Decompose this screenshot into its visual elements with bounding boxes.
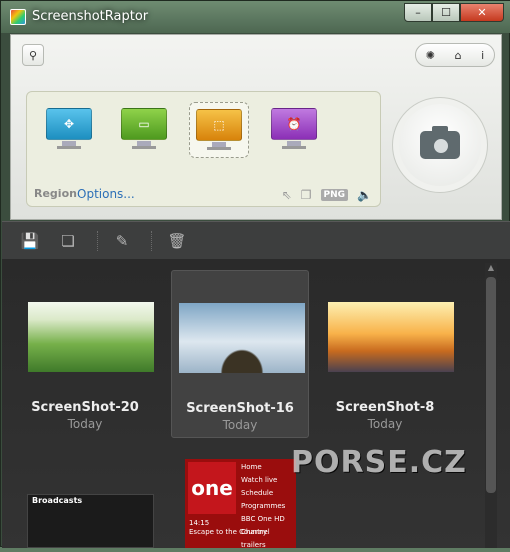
pin-icon: ⚲	[28, 48, 38, 62]
bbc-one-logo: one	[188, 462, 236, 514]
scroll-up-arrow[interactable]: ▲	[485, 263, 497, 275]
camera-icon	[420, 126, 460, 159]
item-date: Today	[367, 417, 403, 431]
pin-button[interactable]: ⚲	[22, 44, 44, 66]
mode-label: Region	[34, 187, 77, 200]
region-capture-icon: ⬚	[196, 109, 242, 141]
mode-region-button[interactable]: ⬚	[189, 102, 249, 158]
scroll-thumb[interactable]	[486, 277, 496, 493]
copy-icon[interactable]: ❏	[58, 231, 78, 251]
sound-icon[interactable]: 🔈	[357, 188, 372, 202]
thumbnail-image	[28, 302, 154, 372]
gallery-item[interactable]: ScreenShot-8 Today	[316, 270, 454, 438]
capture-panel: ⚲ ✺ ⌂ i ✥ ▭ ⬚ ⏰ Region Options... ⇖ ❐ PN…	[10, 34, 502, 220]
app-window: ScreenshotRaptor – ☐ ✕ ⚲ ✺ ⌂ i ✥ ▭ ⬚ ⏰ R…	[0, 0, 510, 549]
fullscreen-icon: ✥	[46, 108, 92, 140]
close-button[interactable]: ✕	[460, 3, 504, 22]
item-name: ScreenShot-20	[31, 400, 139, 415]
options-link[interactable]: Options...	[77, 187, 135, 201]
gallery-item-bbc[interactable]: one Home Watch live Schedule Programmes …	[185, 459, 296, 549]
mode-window-button[interactable]: ▭	[114, 102, 174, 158]
trash-icon[interactable]: 🗑	[167, 231, 187, 251]
save-icon[interactable]: 💾	[20, 231, 40, 251]
bbc-caption: 14:15 Escape to the Country	[189, 519, 267, 536]
cursor-icon[interactable]: ⇖	[282, 188, 292, 202]
home-icon[interactable]: ⌂	[455, 49, 462, 62]
item-date: Today	[67, 417, 103, 431]
mode-timed-button[interactable]: ⏰	[264, 102, 324, 158]
app-logo-icon	[10, 9, 26, 25]
thumbnail-image	[328, 302, 454, 372]
item-name: ScreenShot-16	[186, 401, 294, 416]
capture-button[interactable]	[392, 97, 488, 193]
edit-icon[interactable]: ✎	[112, 231, 132, 251]
timer-capture-icon: ⏰	[271, 108, 317, 140]
minimize-button[interactable]: –	[404, 3, 432, 22]
gallery-item-broadcasts[interactable]: Broadcasts	[27, 494, 154, 548]
item-date: Today	[222, 418, 258, 432]
window-capture-icon: ▭	[121, 108, 167, 140]
gallery-item-selected[interactable]: ScreenShot-16 Today	[171, 270, 309, 438]
top-right-buttons: ✺ ⌂ i	[415, 43, 495, 67]
watermark-logo: PORSE.CZ	[291, 445, 467, 480]
item-name: ScreenShot-8	[335, 400, 435, 415]
thumbnail-image	[179, 303, 305, 373]
window-title: ScreenshotRaptor	[32, 9, 149, 24]
window-controls: – ☐ ✕	[404, 3, 504, 23]
bbc-menu: Home Watch live Schedule Programmes BBC …	[241, 463, 286, 549]
maximize-button[interactable]: ☐	[432, 3, 460, 22]
capture-mode-box: ✥ ▭ ⬚ ⏰ Region Options... ⇖ ❐ PNG 🔈	[26, 91, 381, 207]
format-badge[interactable]: PNG	[320, 189, 349, 201]
gallery-item[interactable]: ScreenShot-20 Today	[16, 270, 154, 438]
mode-fullscreen-button[interactable]: ✥	[39, 102, 99, 158]
gallery-toolbar: 💾 ❏ ✎ 🗑	[2, 221, 510, 259]
gallery-scrollbar[interactable]: ▲	[485, 263, 497, 548]
layers-icon[interactable]: ❐	[301, 188, 312, 202]
info-icon[interactable]: i	[481, 49, 484, 62]
gear-icon[interactable]: ✺	[426, 49, 435, 62]
title-bar[interactable]: ScreenshotRaptor – ☐ ✕	[1, 1, 510, 33]
capture-options: ⇖ ❐ PNG 🔈	[282, 188, 372, 202]
broadcasts-title: Broadcasts	[32, 496, 83, 505]
